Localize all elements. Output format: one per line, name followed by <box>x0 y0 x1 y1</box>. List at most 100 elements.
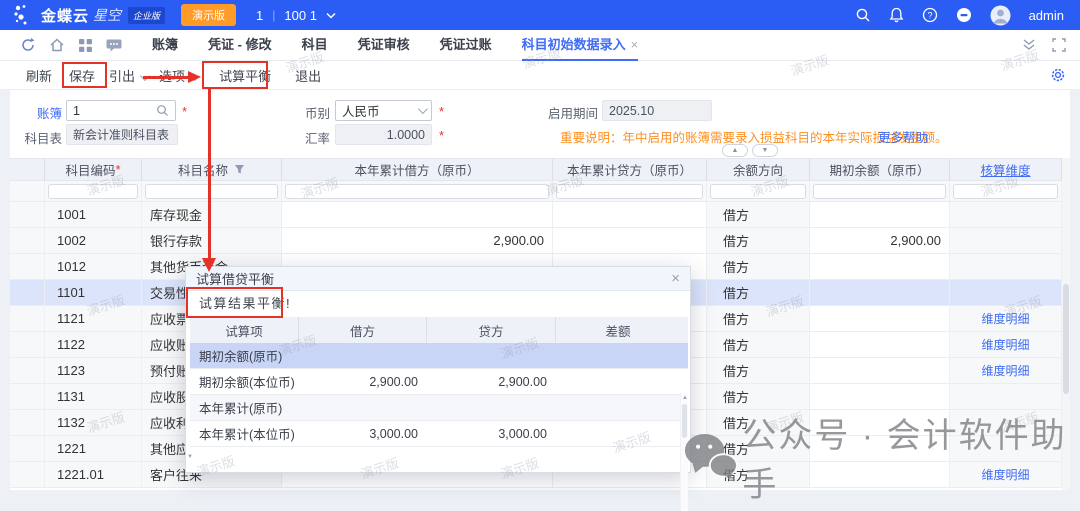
tab-account[interactable]: 科目 <box>302 30 328 61</box>
direction-cell: 借方 <box>707 202 810 227</box>
filter-input[interactable] <box>953 184 1058 199</box>
opening-balance-cell[interactable] <box>810 436 950 461</box>
opening-balance-cell[interactable] <box>810 280 950 305</box>
topbar: 金蝶云 星空 企业版 演示版 1 | 100 1 ? admin <box>0 0 1080 30</box>
account-code-cell[interactable]: 1131 <box>45 384 142 409</box>
filter-input[interactable] <box>813 184 946 199</box>
dimension-detail-link[interactable]: 维度明细 <box>950 332 1062 357</box>
dimension-detail-link[interactable] <box>950 228 1062 253</box>
row-marker <box>10 332 45 357</box>
account-code-cell[interactable]: 1221 <box>45 436 142 461</box>
dimension-detail-link[interactable] <box>950 410 1062 435</box>
header-dimensions-link[interactable]: 核算维度 <box>950 159 1062 180</box>
opening-balance-cell[interactable]: 2,900.00 <box>810 228 950 253</box>
currency-select[interactable]: 人民币 <box>335 100 432 121</box>
opening-balance-cell[interactable] <box>810 462 950 487</box>
filter-funnel-icon[interactable] <box>234 164 245 175</box>
tab-ledger[interactable]: 账簿 <box>152 30 178 61</box>
dimension-detail-link[interactable] <box>950 202 1062 227</box>
account-code-cell[interactable]: 1101 <box>45 280 142 305</box>
notification-bell-icon[interactable] <box>889 7 904 23</box>
dialog-table-row[interactable]: 期初余额(本位币)2,900.002,900.00 <box>190 369 688 395</box>
direction-cell: 借方 <box>707 436 810 461</box>
opening-balance-cell[interactable] <box>810 384 950 409</box>
opening-balance-cell[interactable] <box>810 358 950 383</box>
account-code-cell[interactable]: 1012 <box>45 254 142 279</box>
message-icon[interactable] <box>106 38 122 53</box>
filter-input[interactable] <box>48 184 138 199</box>
account-code-cell[interactable]: 1221.01 <box>45 462 142 487</box>
currency-label: 币别 <box>278 103 330 122</box>
tab-close-icon[interactable]: × <box>631 37 639 52</box>
account-code-cell[interactable]: 1123 <box>45 358 142 383</box>
table-row[interactable]: 1002银行存款2,900.00借方2,900.00 <box>10 228 1062 254</box>
account-code-cell[interactable]: 1122 <box>45 332 142 357</box>
home-icon[interactable] <box>49 37 65 53</box>
username[interactable]: admin <box>1029 8 1064 23</box>
more-help-link[interactable]: 更多帮助 <box>878 127 928 146</box>
table-row[interactable]: 1001库存现金 借方 <box>10 202 1062 228</box>
dialog-table-row[interactable]: 本年累计(原币) <box>190 395 688 421</box>
account-code-cell[interactable]: 1121 <box>45 306 142 331</box>
dialog-table-row[interactable]: 本年累计(本位币)3,000.003,000.00 <box>190 421 688 447</box>
account-code-cell[interactable]: 1002 <box>45 228 142 253</box>
debit-ytd-cell[interactable] <box>282 202 553 227</box>
apps-grid-icon[interactable] <box>78 38 93 53</box>
dialog-close-icon[interactable]: × <box>671 271 680 286</box>
collapse-down-button[interactable]: ▼ <box>752 144 778 157</box>
dialog-scrollbar[interactable]: ▲ <box>680 393 688 511</box>
collapse-tabs-icon[interactable] <box>1022 39 1036 51</box>
filter-input[interactable] <box>556 184 703 199</box>
dimension-detail-link[interactable] <box>950 254 1062 279</box>
tab-voucher-edit[interactable]: 凭证 - 修改 <box>208 30 272 61</box>
account-code-cell[interactable]: 1001 <box>45 202 142 227</box>
exit-button[interactable]: 退出 <box>295 66 321 85</box>
dimension-detail-link[interactable] <box>950 280 1062 305</box>
dialog-table-row[interactable]: 期初余额(原币) <box>190 343 688 369</box>
save-button[interactable]: 保存 <box>69 66 95 85</box>
grid-scrollbar[interactable] <box>1062 158 1070 490</box>
dimension-detail-link[interactable]: 维度明细 <box>950 462 1062 487</box>
dimension-detail-link[interactable]: 维度明细 <box>950 306 1062 331</box>
credit-ytd-cell[interactable] <box>553 202 707 227</box>
coa-field: 新会计准则科目表 <box>66 124 178 145</box>
opening-balance-cell[interactable] <box>810 306 950 331</box>
opening-balance-cell[interactable] <box>810 202 950 227</box>
help-icon[interactable]: ? <box>922 7 938 23</box>
dimension-detail-link[interactable] <box>950 384 1062 409</box>
header-debit-ytd: 本年累计借方（原币） <box>282 159 553 180</box>
ledger-input[interactable]: 1 <box>66 100 176 121</box>
trial-item-cell: 本年累计(原币) <box>190 398 298 417</box>
collapse-up-button[interactable]: ▲ <box>722 144 748 157</box>
row-marker <box>10 384 45 409</box>
avatar[interactable] <box>990 5 1011 26</box>
debit-ytd-cell[interactable]: 2,900.00 <box>282 228 553 253</box>
dimension-detail-link[interactable] <box>950 436 1062 461</box>
filter-input[interactable] <box>145 184 278 199</box>
workspace-switcher[interactable]: 1 | 100 1 <box>256 8 336 23</box>
search-icon[interactable] <box>855 7 871 23</box>
credit-ytd-cell[interactable] <box>553 228 707 253</box>
settings-gear-icon[interactable] <box>1050 67 1066 83</box>
trial-debit-cell: 2,900.00 <box>298 375 426 389</box>
filter-input[interactable] <box>285 184 549 199</box>
account-code-cell[interactable]: 1132 <box>45 410 142 435</box>
direction-cell: 借方 <box>707 462 810 487</box>
lookup-search-icon[interactable] <box>156 104 169 117</box>
filter-input[interactable] <box>710 184 806 199</box>
dimension-detail-link[interactable]: 维度明细 <box>950 358 1062 383</box>
account-name-cell[interactable]: 银行存款 <box>142 228 282 253</box>
refresh-button[interactable]: 刷新 <box>26 66 52 85</box>
account-name-cell[interactable]: 库存现金 <box>142 202 282 227</box>
tab-voucher-audit[interactable]: 凭证审核 <box>358 30 410 61</box>
opening-balance-cell[interactable] <box>810 410 950 435</box>
tab-initial-data-entry[interactable]: 科目初始数据录入× <box>522 30 639 61</box>
opening-balance-cell[interactable] <box>810 254 950 279</box>
opening-balance-cell[interactable] <box>810 332 950 357</box>
tab-voucher-post[interactable]: 凭证过账 <box>440 30 492 61</box>
export-button[interactable]: 引出 <box>109 66 147 85</box>
sync-icon[interactable] <box>20 37 36 53</box>
fullscreen-icon[interactable] <box>1052 38 1066 52</box>
status-toggle-icon[interactable] <box>956 7 972 23</box>
trial-balance-button[interactable]: 试算平衡 <box>219 66 271 85</box>
